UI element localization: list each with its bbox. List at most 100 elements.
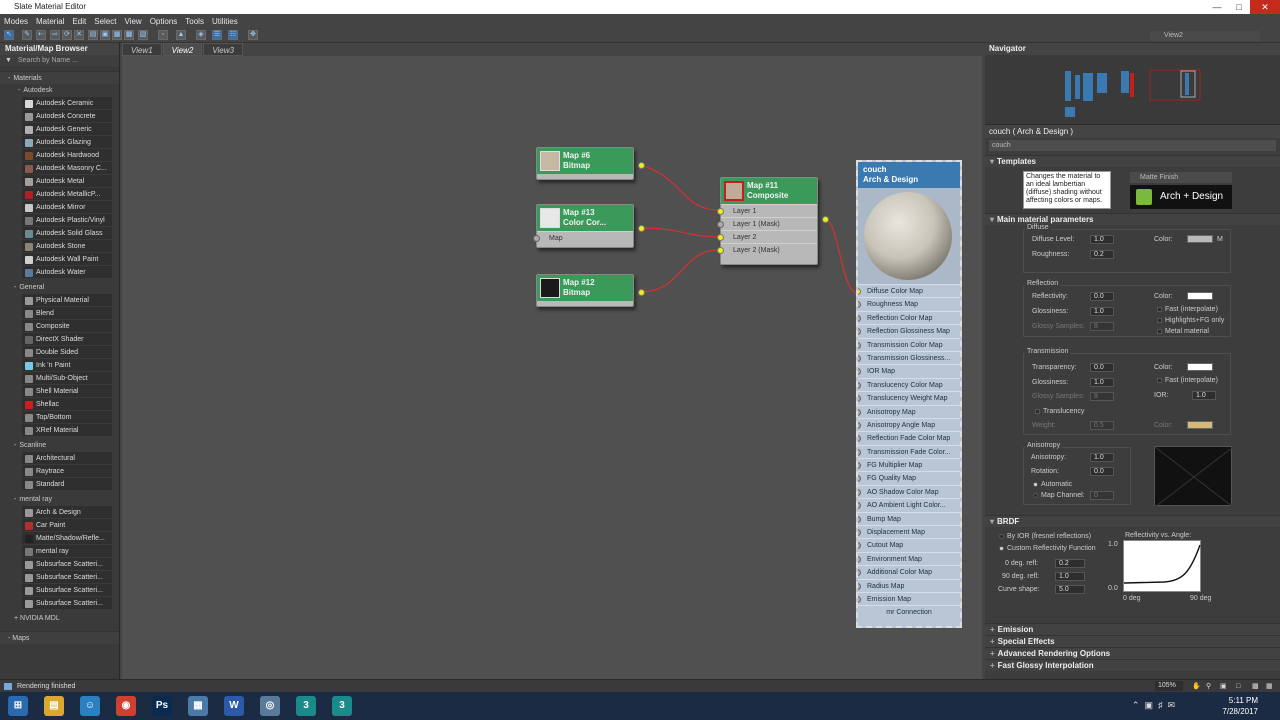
tab-view3[interactable]: View3 [203,43,243,56]
diffuse-map-button[interactable]: M [1217,236,1223,243]
node-map11-socket-layer2[interactable] [717,234,724,241]
couch-slot[interactable]: mr Connection [858,605,960,618]
node-map11-output-socket[interactable] [822,216,829,223]
node-map13[interactable]: Map #13 Color Cor... Map [533,204,645,248]
couch-slot-socket[interactable] [858,341,861,349]
node-map11-socket-layer2-mask[interactable] [717,247,724,254]
node-map11-slot-layer1-mask[interactable]: Layer 1 (Mask) [717,217,817,230]
browser-item[interactable]: Raytrace [22,465,112,478]
trans-fast-interpolate-checkbox[interactable]: Fast (interpolate) [1157,377,1218,384]
couch-slot-socket[interactable] [858,502,861,510]
taskbar-app[interactable]: ◎ [252,692,288,720]
couch-slot[interactable]: Anisotropy Angle Map [858,417,960,431]
couch-slot[interactable]: IOR Map [858,364,960,377]
layout-all-icon[interactable]: ▧ [138,30,148,40]
taskbar-app[interactable]: ⊞ [0,692,36,720]
show-map-icon[interactable]: ▦ [112,30,122,40]
diffuse-level-field[interactable]: 1.0 [1090,235,1114,244]
section-maps[interactable]: - Maps [0,631,119,644]
browser-item[interactable]: Physical Material [22,294,112,307]
browser-item[interactable]: Multi/Sub-Object [22,372,112,385]
reflectivity-field[interactable]: 0.0 [1090,292,1114,301]
browser-item[interactable]: Autodesk Plastic/Vinyl [22,214,112,227]
couch-slot-socket[interactable] [858,462,861,470]
couch-slot-socket[interactable] [858,515,861,523]
browser-item[interactable]: Autodesk Stone [22,240,112,253]
node-map11-socket-layer1-mask[interactable] [717,221,724,228]
assign-material-icon[interactable]: ⇨ [50,30,60,40]
couch-slot-socket[interactable] [858,569,861,577]
couch-slot-socket[interactable] [858,435,861,443]
refl-samples-field[interactable]: 8 [1090,322,1114,331]
template-dropdown[interactable]: Matte Finish [1130,172,1232,183]
browser-search-field[interactable]: ▼ Search by Name ... [0,55,119,67]
browser-item[interactable]: Autodesk Masonry C... [22,162,112,175]
node-map11-socket-layer1[interactable] [717,208,724,215]
browser-item[interactable]: Autodesk Concrete [22,110,112,123]
browser-item[interactable]: Autodesk Solid Glass [22,227,112,240]
map-channel-radio[interactable]: Map Channel: [1033,492,1085,499]
show-background-icon[interactable]: ▩ [124,30,134,40]
couch-slot[interactable]: AO Ambient Light Color... [858,498,960,511]
material-id-icon[interactable]: ▲ [176,30,186,40]
refl-glossiness-field[interactable]: 1.0 [1090,307,1114,316]
node-map6-output-socket[interactable] [638,162,645,169]
couch-slot-socket[interactable] [858,448,861,456]
couch-slot[interactable]: FG Multiplier Map [858,458,960,471]
node-map13-slot-map[interactable]: Map [533,231,633,244]
couch-slot[interactable]: Anisotropy Map [858,404,960,418]
browser-item[interactable]: Subsurface Scatteri... [22,571,112,584]
material-name-field[interactable]: couch [989,140,1276,151]
browser-item[interactable]: mental ray [22,545,112,558]
node-map11[interactable]: Map #11 Composite Layer 1 Layer 1 (Mask)… [717,177,829,265]
menu-item-select[interactable]: Select [94,17,116,26]
trans-samples-field[interactable]: 8 [1090,392,1114,401]
couch-slot-socket[interactable] [858,354,861,362]
browser-item[interactable]: Subsurface Scatteri... [22,597,112,610]
zoom-field[interactable]: 105% [1155,681,1183,691]
browser-item[interactable]: Autodesk Wall Paint [22,253,112,266]
browser-item[interactable]: Autodesk MetallicP... [22,188,112,201]
browser-item[interactable]: Shellac [22,398,112,411]
couch-slot-socket[interactable] [858,582,861,590]
browser-item[interactable]: Blend [22,307,112,320]
system-tray-icons[interactable]: ⌃▣♯✉ [1132,700,1180,711]
refl-color-swatch[interactable] [1187,292,1213,300]
couch-slot[interactable]: Reflection Fade Color Map [858,431,960,444]
node-canvas[interactable]: Map #6 Bitmap Map #13 Color Cor... Map M… [122,56,982,679]
node-map11-slot-layer2-mask[interactable]: Layer 2 (Mask) [717,243,817,256]
trans-glossiness-field[interactable]: 1.0 [1090,378,1114,387]
node-map11-slot-layer1[interactable]: Layer 1 [717,204,817,217]
select-tool-icon[interactable]: ↖ [4,30,14,40]
rollout-special-effects[interactable]: + Special Effects [985,635,1280,647]
couch-slot[interactable]: Translucency Weight Map [858,391,960,404]
couch-slot[interactable]: Displacement Map [858,525,960,538]
menu-item-tools[interactable]: Tools [185,17,204,26]
ior-field[interactable]: 1.0 [1192,391,1216,400]
section-scanline[interactable]: - Scanline [0,439,119,452]
section-nvidia-mdl[interactable]: + NVIDIA MDL [0,612,119,625]
couch-slot-socket[interactable] [858,381,861,389]
layout-vertical-icon[interactable]: ☰ [212,30,222,40]
browser-item[interactable]: Composite [22,320,112,333]
highlights-fg-checkbox[interactable]: Highlights+FG only [1157,317,1224,324]
taskbar-app[interactable]: ☺ [72,692,108,720]
deg90-field[interactable]: 1.0 [1055,572,1085,581]
brdf-custom-radio[interactable]: Custom Reflectivity Function [999,545,1096,552]
couch-slot-socket[interactable] [858,542,861,550]
search-dropdown-icon[interactable]: ▼ [5,55,12,67]
view-dropdown[interactable]: View2 [1150,31,1260,41]
close-button[interactable]: ✕ [1250,0,1280,14]
menu-item-material[interactable]: Material [36,17,64,26]
rollout-templates[interactable]: ▾ Templates [985,155,1280,167]
menu-item-modes[interactable]: Modes [4,17,28,26]
translucency-checkbox[interactable]: Translucency [1035,408,1084,415]
brdf-by-ior-radio[interactable]: By IOR (fresnel reflections) [999,533,1091,540]
automatic-radio[interactable]: Automatic [1033,481,1072,488]
couch-slot-socket[interactable] [858,488,861,496]
node-map13-output-socket[interactable] [638,225,645,232]
browser-item[interactable]: XRef Material [22,424,112,437]
taskbar-app[interactable]: ▤ [36,692,72,720]
rollout-brdf[interactable]: ▾ BRDF [985,515,1280,527]
couch-slot[interactable]: Transmission Glossiness... [858,350,960,364]
